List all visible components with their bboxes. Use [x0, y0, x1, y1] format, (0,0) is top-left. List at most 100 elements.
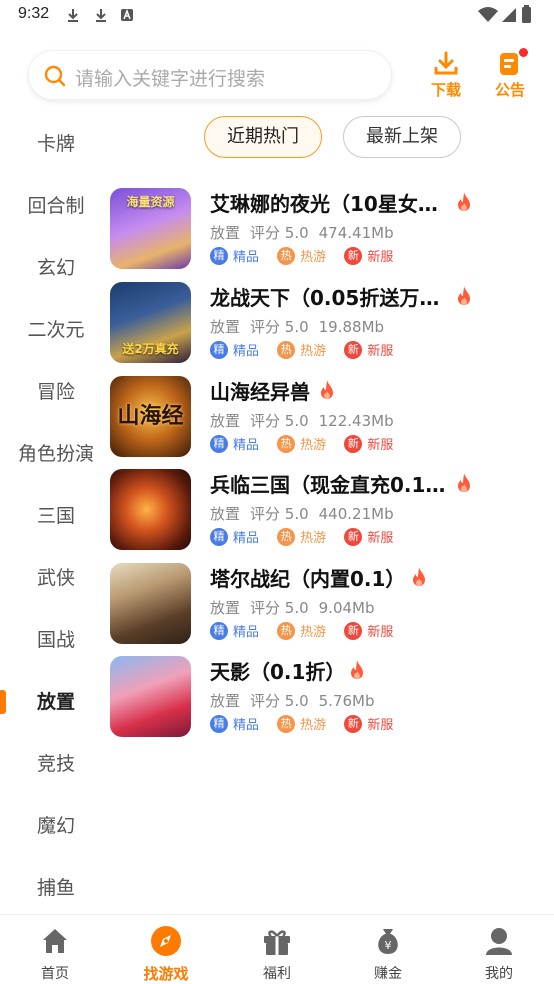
user-icon — [486, 928, 512, 955]
nav-home[interactable]: 首页 — [0, 915, 110, 984]
svg-text:¥: ¥ — [385, 939, 392, 952]
game-size: 122.43Mb — [318, 412, 394, 430]
sidebar-item-wuxia[interactable]: 武侠 — [0, 558, 112, 598]
status-time: 9:32 — [18, 5, 50, 22]
jing-badge: 精 — [210, 246, 228, 265]
sidebar-item-xuanhuan[interactable]: 玄幻 — [0, 248, 112, 288]
download-status-icon — [68, 9, 78, 22]
tab-new[interactable]: 最新上架 — [343, 116, 461, 158]
tag-jingpin: 精品 — [233, 531, 260, 546]
game-size: 5.76Mb — [318, 692, 375, 710]
home-icon — [43, 929, 67, 953]
fire-icon — [321, 380, 333, 399]
search-input[interactable]: 请输入关键字进行搜索 — [28, 50, 392, 100]
bottom-nav: 首页 找游戏 福利 ¥ 赚金 我的 — [0, 914, 554, 984]
tag-xinfu: 新服 — [367, 250, 394, 265]
game-category: 放置 — [210, 599, 241, 617]
sidebar-item-huihezhi[interactable]: 回合制 — [0, 186, 112, 226]
sidebar-item-juesebanyan[interactable]: 角色扮演 — [0, 434, 112, 474]
tag-reyou: 热游 — [300, 625, 327, 640]
game-title: 龙战天下（0.05折送万… — [210, 286, 440, 310]
game-list-item[interactable]: 送2万真充 龙战天下（0.05折送万… 放置 评分 5.0 19.88Mb 精精品 … — [110, 282, 540, 368]
sidebar-item-erciyuan[interactable]: 二次元 — [0, 310, 112, 350]
tag-reyou: 热游 — [300, 250, 327, 265]
tag-xinfu: 新服 — [367, 625, 394, 640]
thumb-text: 海量资源 — [126, 195, 175, 209]
game-meta: 放置 评分 5.0 9.04Mb — [210, 597, 385, 618]
re-badge: 热 — [277, 621, 296, 640]
xin-badge: 新 — [344, 340, 363, 359]
tag-jingpin: 精品 — [233, 438, 260, 453]
sidebar-item-fangzhi[interactable]: 放置 — [0, 682, 112, 722]
category-sidebar: 卡牌 回合制 玄幻 二次元 冒险 角色扮演 三国 武侠 国战 放置 竞技 魔幻 … — [0, 112, 112, 912]
game-list-item[interactable]: 海量资源 艾琳娜的夜光（10星女… 放置 评分 5.0 474.41Mb 精精品 热… — [110, 188, 540, 274]
download-button[interactable]: 下载 — [424, 50, 468, 100]
nav-welfare[interactable]: 福利 — [222, 915, 332, 984]
game-list-item[interactable]: 兵临三国（现金直充0.1… 放置 评分 5.0 440.21Mb 精精品 热热游 新… — [110, 469, 540, 555]
xin-badge: 新 — [344, 246, 363, 265]
game-list-item[interactable]: 天影（0.1折） 放置 评分 5.0 5.76Mb 精精品 热热游 新新服 — [110, 656, 540, 742]
game-category: 放置 — [210, 692, 241, 710]
tag-reyou: 热游 — [300, 438, 327, 453]
game-size: 474.41Mb — [318, 224, 394, 242]
game-list-item[interactable]: 塔尔战纪（内置0.1） 放置 评分 5.0 9.04Mb 精精品 热热游 新新服 — [110, 563, 540, 649]
fire-icon — [351, 660, 363, 679]
search-icon — [44, 65, 66, 87]
game-meta: 放置 评分 5.0 440.21Mb — [210, 503, 404, 524]
game-meta: 放置 评分 5.0 474.41Mb — [210, 222, 404, 243]
game-title: 山海经异兽 — [210, 380, 310, 404]
fire-icon — [458, 286, 470, 305]
nav-mine[interactable]: 我的 — [444, 915, 554, 984]
nav-earn[interactable]: ¥ 赚金 — [333, 915, 443, 984]
sidebar-item-kapai[interactable]: 卡牌 — [0, 124, 112, 164]
tag-xinfu: 新服 — [367, 344, 394, 359]
tag-xinfu: 新服 — [367, 718, 394, 733]
signal-battery-icon — [478, 5, 531, 23]
game-size: 440.21Mb — [318, 505, 394, 523]
sidebar-item-guozhan[interactable]: 国战 — [0, 620, 112, 660]
notice-label: 公告 — [494, 81, 525, 99]
game-category: 放置 — [210, 318, 241, 336]
sidebar-item-mohuan[interactable]: 魔幻 — [0, 806, 112, 846]
jing-badge: 精 — [210, 714, 228, 733]
tab-hot[interactable]: 近期热门 — [204, 116, 322, 158]
game-category: 放置 — [210, 412, 241, 430]
game-thumbnail: 山海经 — [110, 376, 191, 457]
download-label: 下载 — [430, 81, 461, 99]
nav-find-game[interactable]: 找游戏 — [111, 915, 221, 984]
fire-icon — [413, 567, 425, 586]
money-bag-icon: ¥ — [378, 929, 398, 954]
nav-welfare-label: 福利 — [263, 966, 291, 982]
re-badge: 热 — [277, 434, 296, 453]
xin-badge: 新 — [344, 527, 363, 546]
game-rating: 评分 5.0 — [250, 599, 309, 617]
game-title: 天影（0.1折） — [210, 660, 346, 684]
game-thumbnail — [110, 469, 191, 550]
game-title: 塔尔战纪（内置0.1） — [210, 567, 406, 591]
jing-badge: 精 — [210, 621, 228, 640]
sidebar-item-buyu[interactable]: 捕鱼 — [0, 868, 112, 908]
nav-earn-label: 赚金 — [374, 966, 402, 982]
tag-xinfu: 新服 — [367, 438, 394, 453]
game-rating: 评分 5.0 — [250, 692, 309, 710]
game-thumbnail — [110, 563, 191, 644]
nav-home-label: 首页 — [41, 966, 69, 982]
sidebar-item-maoxian[interactable]: 冒险 — [0, 372, 112, 412]
gift-icon — [264, 930, 290, 955]
jing-badge: 精 — [210, 434, 228, 453]
tag-reyou: 热游 — [300, 344, 327, 359]
game-list-item[interactable]: 山海经 山海经异兽 放置 评分 5.0 122.43Mb 精精品 热热游 新新服 — [110, 376, 540, 462]
compass-icon — [151, 926, 181, 956]
game-size: 19.88Mb — [318, 318, 385, 336]
game-rating: 评分 5.0 — [250, 412, 309, 430]
thumb-text: 送2万真充 — [122, 342, 179, 356]
jing-badge: 精 — [210, 527, 228, 546]
re-badge: 热 — [277, 527, 296, 546]
search-placeholder: 请输入关键字进行搜索 — [75, 68, 266, 90]
sidebar-item-jingji[interactable]: 竞技 — [0, 744, 112, 784]
game-category: 放置 — [210, 224, 241, 242]
notice-button[interactable]: 公告 — [488, 48, 532, 100]
tag-xinfu: 新服 — [367, 531, 394, 546]
sidebar-item-sanguo[interactable]: 三国 — [0, 496, 112, 536]
game-title: 兵临三国（现金直充0.1… — [210, 473, 446, 497]
